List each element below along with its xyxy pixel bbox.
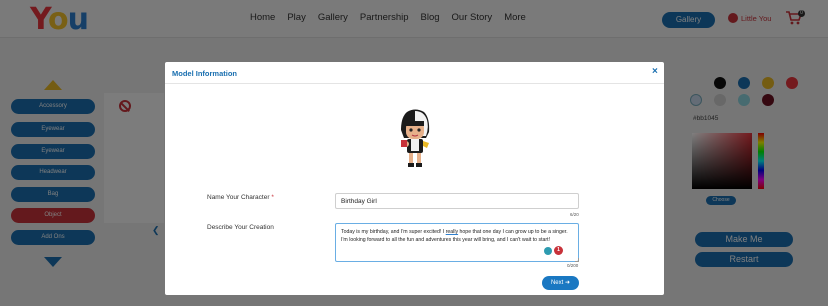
dialog-header: Model Information ×	[165, 62, 664, 84]
character-preview	[401, 109, 430, 167]
close-icon[interactable]: ×	[652, 66, 658, 77]
next-button[interactable]: Next ➜	[542, 276, 579, 290]
description-textarea[interactable]: Today is my birthday, and I'm super exci…	[335, 223, 579, 262]
writing-assistant-icon[interactable]	[544, 247, 552, 255]
character-name-input[interactable]	[335, 193, 579, 209]
required-marker: *	[271, 194, 274, 201]
spellcheck-underline: really	[445, 229, 459, 235]
grammar-alert-icon[interactable]: 1	[554, 246, 563, 255]
arrow-right-icon: ➜	[564, 280, 571, 286]
model-information-dialog: Model Information × Name Your Character …	[165, 62, 664, 295]
description-char-counter: 0/200	[567, 263, 579, 268]
name-field-label: Name Your Character *	[207, 194, 274, 201]
resize-handle-icon[interactable]	[575, 258, 579, 262]
description-field-label: Describe Your Creation	[207, 224, 274, 231]
dialog-title: Model Information	[172, 69, 237, 78]
name-char-counter: 6/20	[570, 212, 579, 217]
